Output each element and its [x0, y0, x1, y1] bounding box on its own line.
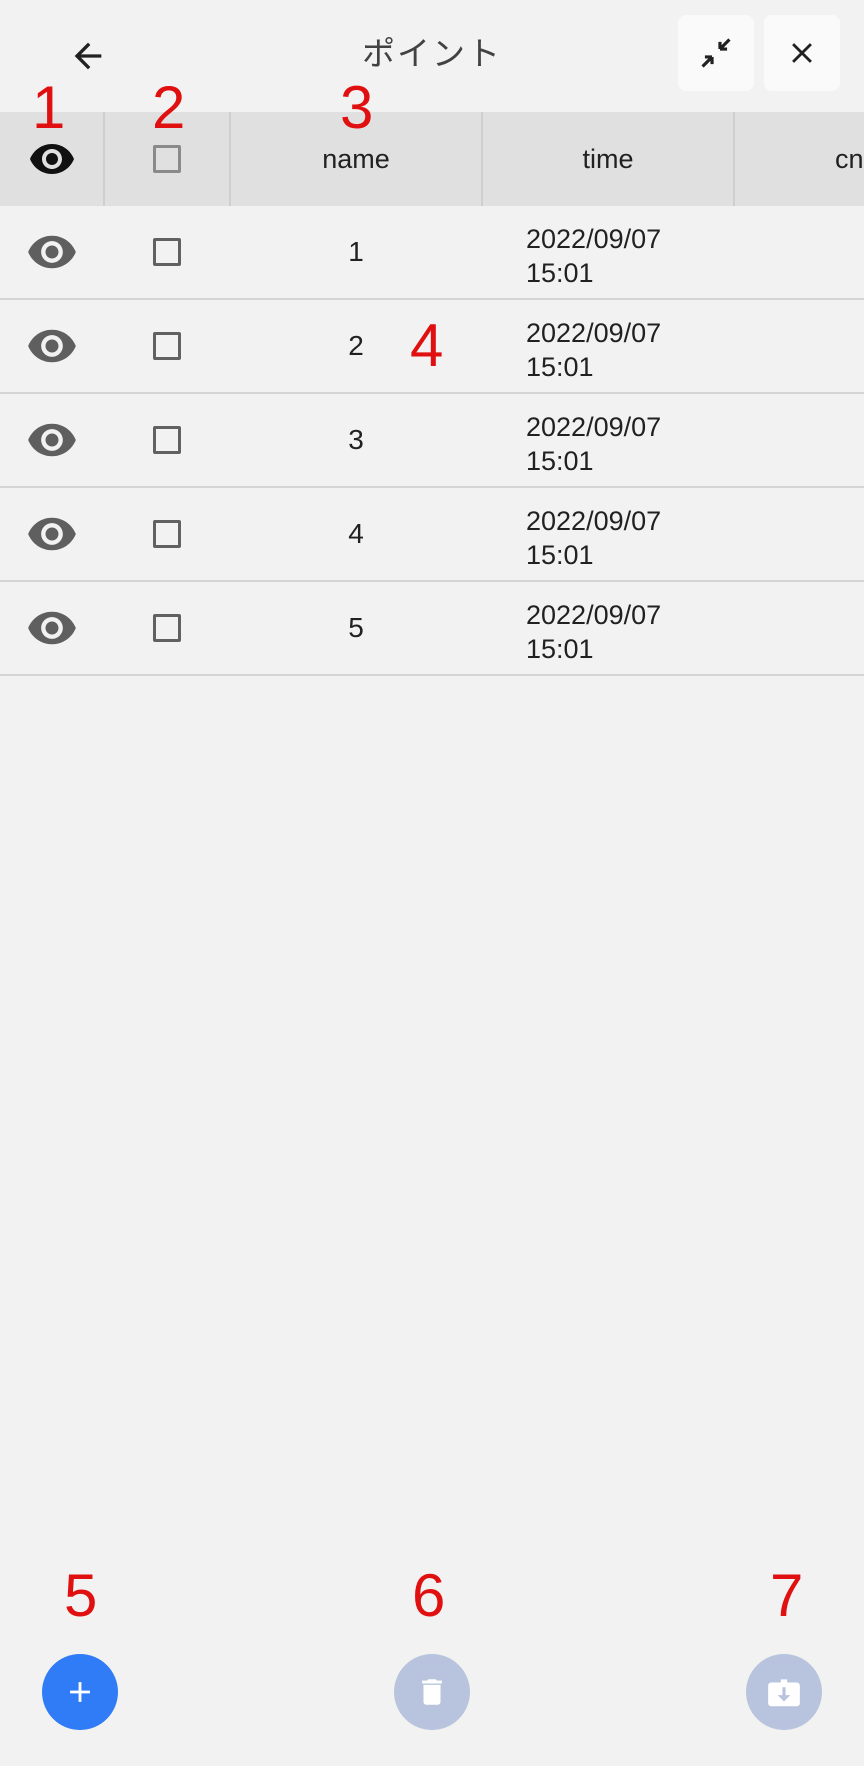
- table-row[interactable]: 1 2022/09/07 15:01: [0, 206, 864, 300]
- row-name: 4: [348, 518, 364, 549]
- row-time-text: 15:01: [526, 446, 594, 476]
- eye-icon: [30, 144, 74, 174]
- row-time: 2022/09/07 15:01: [526, 300, 686, 392]
- annotation-marker-2: 2: [152, 74, 186, 141]
- row-checkbox[interactable]: [105, 206, 229, 298]
- row-date-text: 2022/09/07: [526, 224, 662, 254]
- row-time-text: 15:01: [526, 540, 594, 570]
- row-name: 3: [348, 424, 364, 455]
- checkbox-box: [153, 238, 181, 266]
- eye-icon: [28, 235, 76, 269]
- delete-button[interactable]: [394, 1654, 470, 1730]
- eye-icon: [28, 329, 76, 363]
- annotation-marker-1: 1: [32, 74, 66, 141]
- column-header-cn[interactable]: cn: [735, 112, 864, 206]
- table-row[interactable]: 5 2022/09/07 15:01: [0, 582, 864, 676]
- row-visibility-toggle[interactable]: [0, 206, 104, 298]
- row-date-text: 2022/09/07: [526, 506, 662, 536]
- row-checkbox[interactable]: [105, 488, 229, 580]
- checkbox-box: [153, 614, 181, 642]
- row-visibility-toggle[interactable]: [0, 394, 104, 486]
- row-time: 2022/09/07 15:01: [526, 394, 686, 486]
- row-time: 2022/09/07 15:01: [526, 488, 686, 580]
- briefcase-download-icon: [768, 1679, 800, 1707]
- checkbox-box: [153, 332, 181, 360]
- trash-icon: [422, 1679, 442, 1705]
- checkbox-box: [153, 520, 181, 548]
- row-time-text: 15:01: [526, 258, 594, 288]
- app-header: ポイント: [0, 0, 864, 112]
- row-date-text: 2022/09/07: [526, 600, 662, 630]
- row-checkbox[interactable]: [105, 394, 229, 486]
- row-checkbox[interactable]: [105, 300, 229, 392]
- row-visibility-toggle[interactable]: [0, 488, 104, 580]
- row-time: 2022/09/07 15:01: [526, 582, 686, 674]
- row-time-text: 15:01: [526, 352, 594, 382]
- checkbox-box: [153, 145, 181, 173]
- column-header-time[interactable]: time: [483, 112, 733, 206]
- annotation-marker-5: 5: [64, 1562, 98, 1629]
- export-button[interactable]: [746, 1654, 822, 1730]
- row-visibility-toggle[interactable]: [0, 582, 104, 674]
- plus-icon: [70, 1682, 90, 1702]
- points-table: name time cn 1 2022/09/07 15:01 2 2022/0…: [0, 112, 864, 676]
- add-point-button[interactable]: [42, 1654, 118, 1730]
- row-date-text: 2022/09/07: [526, 318, 662, 348]
- annotation-marker-6: 6: [412, 1562, 446, 1629]
- eye-icon: [28, 517, 76, 551]
- row-name: 1: [348, 236, 364, 267]
- eye-icon: [28, 611, 76, 645]
- checkbox-box: [153, 426, 181, 454]
- table-row[interactable]: 4 2022/09/07 15:01: [0, 488, 864, 582]
- row-time: 2022/09/07 15:01: [526, 206, 686, 298]
- row-name: 5: [348, 612, 364, 643]
- close-button[interactable]: [764, 15, 840, 91]
- collapse-button[interactable]: [678, 15, 754, 91]
- row-checkbox[interactable]: [105, 582, 229, 674]
- row-name: 2: [348, 330, 364, 361]
- annotation-marker-4: 4: [410, 312, 444, 379]
- eye-icon: [28, 423, 76, 457]
- row-time-text: 15:01: [526, 634, 594, 664]
- table-row[interactable]: 3 2022/09/07 15:01: [0, 394, 864, 488]
- row-visibility-toggle[interactable]: [0, 300, 104, 392]
- collapse-icon: [701, 38, 731, 68]
- row-date-text: 2022/09/07: [526, 412, 662, 442]
- close-icon: [792, 43, 812, 63]
- annotation-marker-3: 3: [340, 74, 374, 141]
- annotation-marker-7: 7: [770, 1562, 804, 1629]
- table-header: name time cn: [0, 112, 864, 206]
